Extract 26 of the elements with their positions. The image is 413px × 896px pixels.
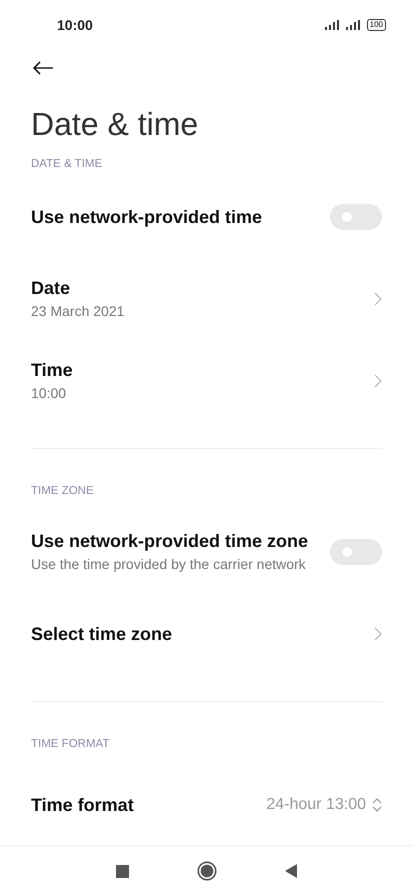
signal-icon (324, 20, 341, 30)
chevron-right-icon[interactable] (374, 627, 382, 641)
battery-indicator: 100 (366, 19, 386, 31)
signal-icon (346, 20, 362, 30)
page-title: Date & time (30, 105, 200, 144)
setting-title: Time format (31, 794, 134, 816)
setting-title: Date (31, 277, 72, 300)
section-header: TIME FORMAT (30, 737, 110, 752)
back-icon[interactable] (32, 61, 54, 75)
setting-title: Use network-provided time zone (31, 530, 308, 553)
chevron-right-icon[interactable] (374, 292, 382, 306)
setting-subtitle: Use the time provided by the carrier network (31, 555, 307, 574)
setting-value[interactable]: 24-hour 13:00 (266, 796, 366, 814)
setting-subtitle: 23 March 2021 (31, 302, 124, 321)
chevron-right-icon[interactable] (374, 374, 382, 388)
setting-title: Time (31, 359, 73, 382)
up-down-chevron-icon[interactable] (372, 798, 382, 812)
section-header: TIME ZONE (30, 484, 95, 499)
section-header: DATE & TIME (30, 157, 104, 172)
back-triangle-icon[interactable] (285, 864, 297, 878)
setting-title: Select time zone (31, 622, 172, 646)
home-icon[interactable] (197, 861, 217, 881)
status-time: 10:00 (57, 17, 93, 33)
setting-title: Use network-provided time (31, 206, 262, 228)
recents-icon[interactable] (116, 864, 129, 878)
setting-subtitle: 10:00 (31, 384, 68, 403)
